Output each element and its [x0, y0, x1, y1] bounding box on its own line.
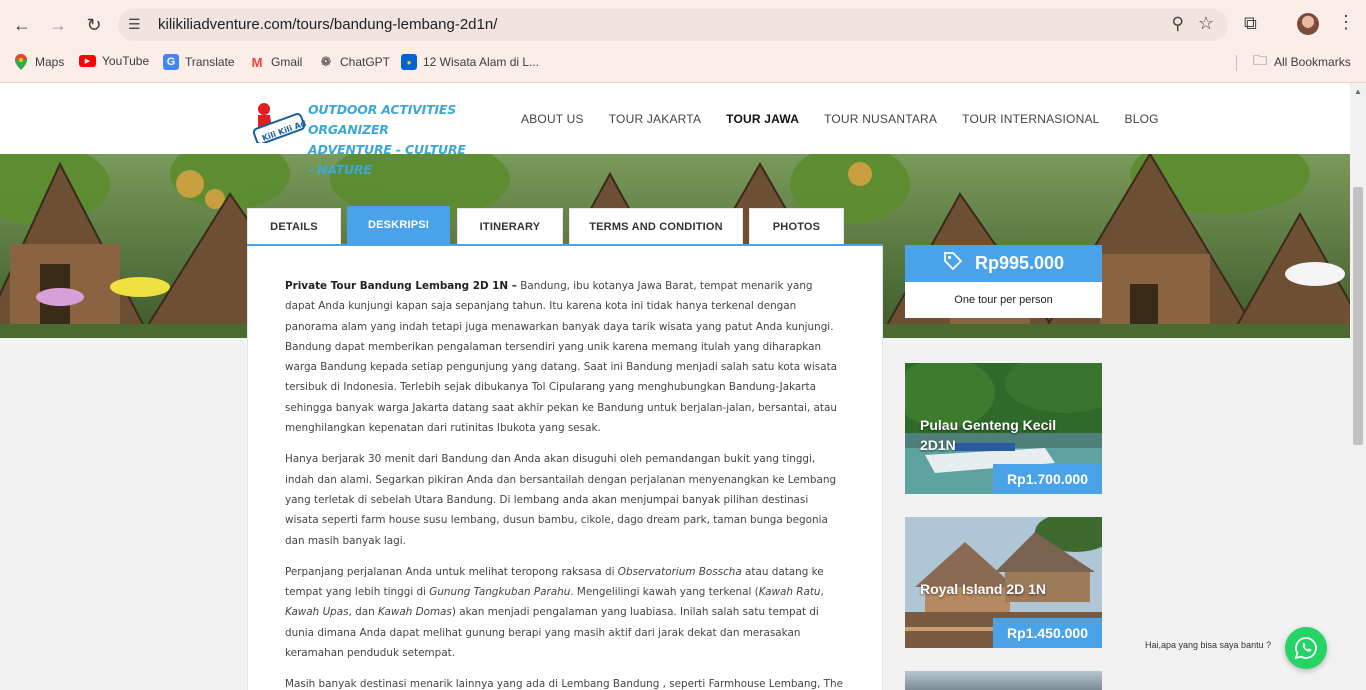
- nav-blog[interactable]: BLOG: [1125, 112, 1159, 126]
- whatsapp-icon: [1294, 637, 1317, 660]
- forward-icon[interactable]: →: [45, 12, 71, 38]
- price-header: Rp995.000: [905, 245, 1102, 282]
- price-tag-icon: [943, 251, 963, 276]
- browser-chrome: ← → ↻ ☰ kilikiliadventure.com/tours/band…: [0, 0, 1366, 83]
- bookmark-translate[interactable]: G Translate: [163, 54, 235, 70]
- nav-about-us[interactable]: ABOUT US: [521, 112, 584, 126]
- site-header: Kili Kili Adventure OUTDOOR ACTIVITIES O…: [0, 83, 1350, 177]
- tab-deskripsi[interactable]: DESKRIPSI: [347, 206, 450, 244]
- extensions-icon[interactable]: ⧉: [1244, 13, 1257, 34]
- nav-tour-internasional[interactable]: TOUR INTERNASIONAL: [962, 112, 1099, 126]
- star-icon[interactable]: ☆: [1198, 13, 1214, 34]
- card-price: Rp1.700.000: [993, 464, 1102, 494]
- related-tour-card-partial[interactable]: [905, 671, 1102, 690]
- site-logo[interactable]: Kili Kili Adventure OUTDOOR ACTIVITIES O…: [250, 97, 466, 177]
- bookmark-maps[interactable]: Maps: [13, 54, 64, 70]
- menu-icon[interactable]: ⋮: [1337, 12, 1355, 33]
- search-icon[interactable]: ⚲: [1172, 14, 1184, 34]
- youtube-icon: ▶: [79, 55, 96, 67]
- nav-tour-jawa[interactable]: TOUR JAWA: [726, 112, 799, 126]
- card-title[interactable]: Pulau Genteng Kecil 2D1N: [920, 415, 1090, 455]
- back-icon[interactable]: ←: [9, 12, 35, 38]
- tab-details[interactable]: DETAILS: [247, 208, 341, 244]
- url-text[interactable]: kilikiliadventure.com/tours/bandung-lemb…: [158, 16, 497, 33]
- main-nav: ABOUT US TOUR JAKARTA TOUR JAWA TOUR NUS…: [521, 112, 1184, 126]
- whatsapp-button[interactable]: [1285, 627, 1327, 669]
- description-paragraph-4: Masih banyak destinasi menarik lainnya y…: [285, 678, 844, 690]
- reload-icon[interactable]: ↻: [81, 12, 107, 38]
- nav-tour-nusantara[interactable]: TOUR NUSANTARA: [824, 112, 937, 126]
- description-panel: Private Tour Bandung Lembang 2D 1N – Ban…: [247, 246, 883, 690]
- price-note: One tour per person: [954, 294, 1053, 306]
- tab-itinerary[interactable]: ITINERARY: [457, 208, 563, 244]
- bookmark-wisata[interactable]: ● 12 Wisata Alam di L...: [401, 54, 539, 70]
- logo-text: OUTDOOR ACTIVITIES ORGANIZER ADVENTURE -…: [308, 100, 466, 180]
- scrollbar-thumb[interactable]: [1353, 187, 1363, 445]
- scroll-up-icon[interactable]: ▲: [1354, 87, 1362, 96]
- gmail-icon: M: [251, 54, 263, 70]
- logo-tagline-2: ADVENTURE - CULTURE - NATURE: [308, 142, 466, 177]
- card-title[interactable]: Royal Island 2D 1N: [920, 579, 1090, 599]
- tiket-icon: ●: [401, 54, 417, 70]
- avatar[interactable]: [1297, 13, 1319, 35]
- description-paragraph-1: Private Tour Bandung Lembang 2D 1N – Ban…: [285, 280, 838, 435]
- tour-tabs: DETAILS DESKRIPSI ITINERARY TERMS AND CO…: [247, 206, 883, 246]
- tab-terms[interactable]: TERMS AND CONDITION: [569, 208, 743, 244]
- tour-price: Rp995.000: [974, 253, 1065, 273]
- bookmark-chatgpt[interactable]: ❁ ChatGPT: [318, 54, 390, 70]
- tab-photos[interactable]: PHOTOS: [749, 208, 844, 244]
- whatsapp-prompt: Hai,apa yang bisa saya bantu ?: [1145, 640, 1272, 650]
- bookmark-separator: [1236, 55, 1237, 71]
- bookmark-youtube[interactable]: ▶ YouTube: [79, 54, 149, 68]
- logo-badge-icon: Kili Kili Adventure: [252, 103, 306, 143]
- related-tour-card[interactable]: Pulau Genteng Kecil 2D1N Rp1.700.000: [905, 363, 1102, 494]
- logo-tagline-1: OUTDOOR ACTIVITIES ORGANIZER: [308, 102, 456, 137]
- site-info-icon[interactable]: ☰: [128, 16, 146, 34]
- folder-icon: 🗀: [1253, 52, 1267, 68]
- card-price: Rp1.450.000: [993, 618, 1102, 648]
- description-paragraph-2: Hanya berjarak 30 menit dari Bandung dan…: [285, 453, 837, 547]
- scrollbar[interactable]: ▲: [1350, 83, 1366, 690]
- translate-icon: G: [163, 54, 179, 70]
- address-bar[interactable]: ☰ kilikiliadventure.com/tours/bandung-le…: [118, 9, 1228, 41]
- price-box: Rp995.000 One tour per person: [905, 245, 1102, 318]
- related-tour-card[interactable]: Royal Island 2D 1N Rp1.450.000: [905, 517, 1102, 648]
- bookmark-gmail[interactable]: M Gmail: [249, 54, 303, 70]
- maps-icon: [13, 54, 29, 70]
- all-bookmarks[interactable]: 🗀 All Bookmarks: [1252, 52, 1351, 70]
- bookmarks-bar: Maps ▶ YouTube G Translate M Gmail ❁ Cha…: [0, 50, 1366, 74]
- description-paragraph-3: Perpanjang perjalanan Anda untuk melihat…: [285, 565, 824, 660]
- nav-tour-jakarta[interactable]: TOUR JAKARTA: [609, 112, 701, 126]
- chatgpt-icon: ❁: [320, 54, 332, 69]
